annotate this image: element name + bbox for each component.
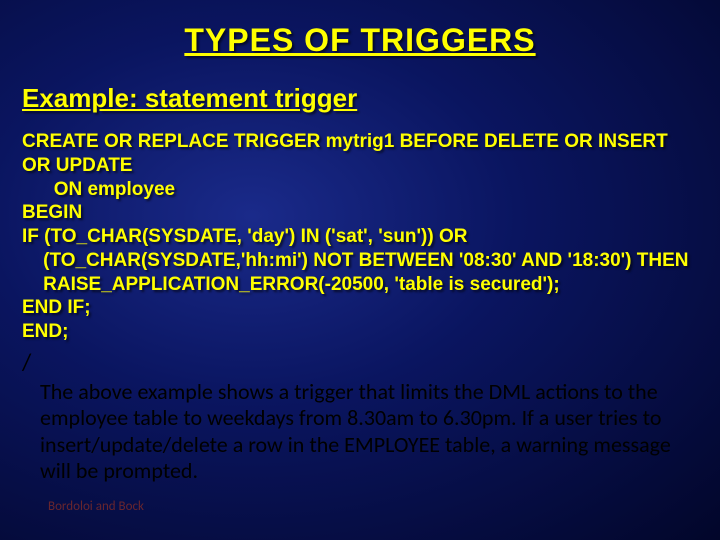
code-block: CREATE OR REPLACE TRIGGER mytrig1 BEFORE…: [0, 114, 720, 344]
explanation-text: The above example shows a trigger that l…: [0, 377, 720, 485]
slide-subtitle: Example: statement trigger: [0, 59, 720, 114]
code-terminator: /: [0, 344, 720, 377]
slide-title: TYPES OF TRIGGERS: [0, 0, 720, 59]
footer-attribution: Bordoloi and Bock: [48, 499, 144, 514]
